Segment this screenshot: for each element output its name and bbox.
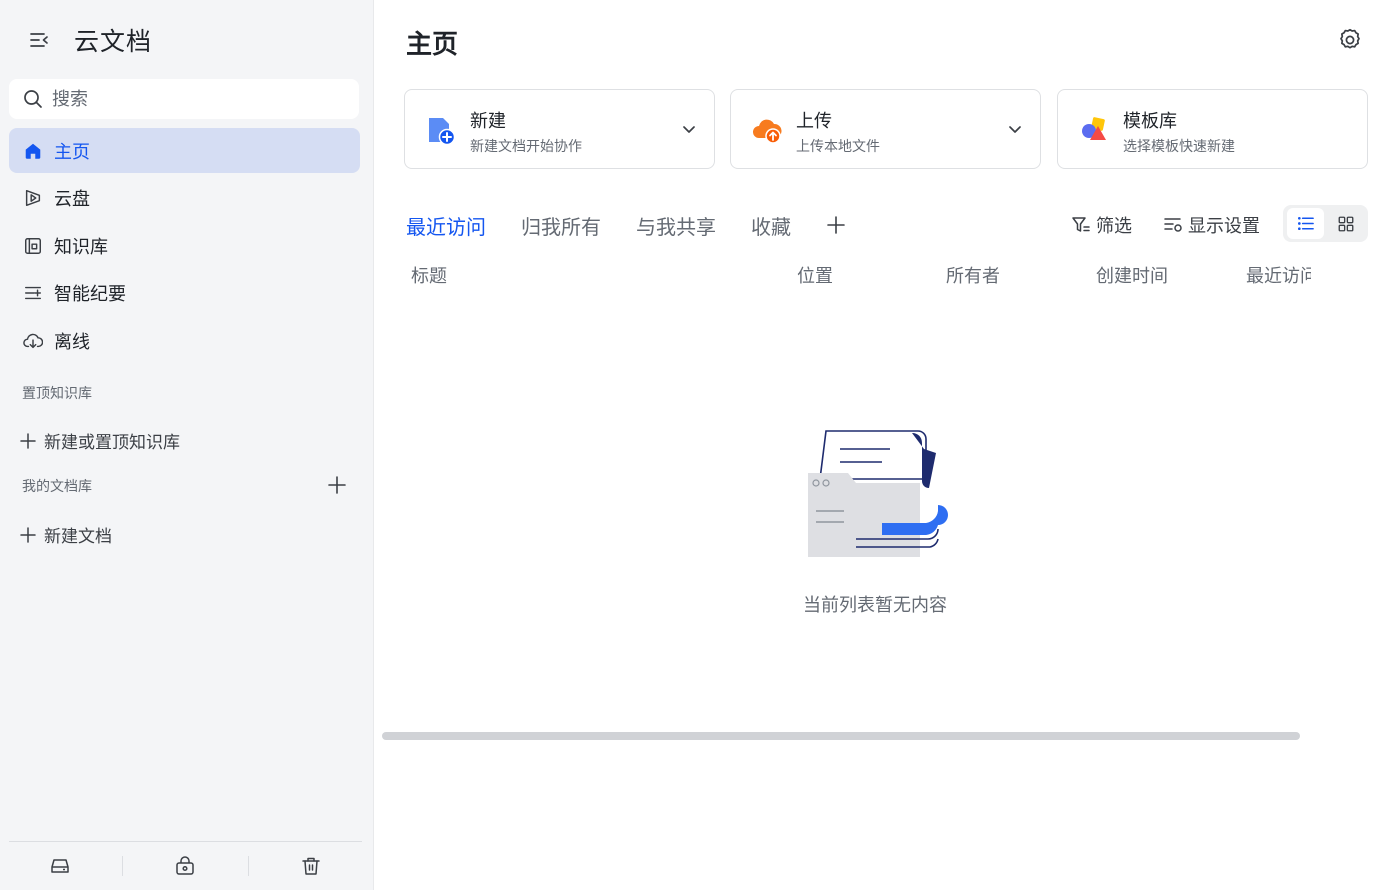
empty-state-text: 当前列表暂无内容 <box>803 595 947 616</box>
main-content: 主页 新建 新建文档开始协作 上传 上传本地文件 模板库 选择模板快速新建 最近… <box>375 0 1398 890</box>
storage-icon[interactable] <box>50 856 70 876</box>
list-view-icon[interactable] <box>1287 208 1324 239</box>
smart-minutes-icon <box>22 282 44 304</box>
wiki-icon <box>22 235 44 257</box>
column-header-last-visited[interactable]: 最近访问 <box>1246 262 1311 288</box>
sidebar-header: 云文档 <box>0 0 374 78</box>
lock-box-icon[interactable] <box>175 856 195 876</box>
footer-divider <box>122 856 123 876</box>
display-settings-icon <box>1164 218 1182 232</box>
search-icon <box>24 90 42 108</box>
template-shapes-icon <box>1078 114 1110 146</box>
card-title: 模板库 <box>1123 111 1177 132</box>
sidebar-item-label: 知识库 <box>54 236 108 258</box>
plus-icon <box>20 526 36 543</box>
column-header-created-time[interactable]: 创建时间 <box>1096 262 1168 288</box>
collapse-sidebar-icon[interactable] <box>28 29 50 51</box>
app-title: 云文档 <box>74 27 153 56</box>
sidebar-item-home[interactable]: 主页 <box>9 128 360 173</box>
new-doc-icon <box>425 114 457 146</box>
new-card[interactable]: 新建 新建文档开始协作 <box>404 89 715 169</box>
display-settings-button[interactable]: 显示设置 <box>1163 212 1260 238</box>
new-document-button[interactable]: 新建文档 <box>20 522 112 547</box>
card-subtitle: 选择模板快速新建 <box>1123 139 1235 155</box>
tab-recent[interactable]: 最近访问 <box>406 211 486 240</box>
sidebar-item-offline[interactable]: 离线 <box>9 318 360 363</box>
page-title: 主页 <box>406 30 459 60</box>
sidebar-item-wiki[interactable]: 知识库 <box>9 223 360 268</box>
sidebar-nav: 主页 云盘 知识库 智能纪要 离线 <box>9 128 360 366</box>
sidebar-item-cloud-drive[interactable]: 云盘 <box>9 176 360 221</box>
add-library-plus-icon[interactable] <box>326 474 348 496</box>
document-tabs: 最近访问 归我所有 与我共享 收藏 <box>406 210 846 240</box>
new-or-pin-wiki-label: 新建或置顶知识库 <box>44 433 180 453</box>
app-window: 云文档 主页 云盘 <box>0 0 1398 890</box>
card-title: 新建 <box>470 111 506 132</box>
column-header-owner[interactable]: 所有者 <box>946 262 1000 288</box>
trash-icon[interactable] <box>301 856 321 876</box>
display-settings-label: 显示设置 <box>1188 216 1260 237</box>
tab-owned-by-me[interactable]: 归我所有 <box>521 211 601 240</box>
card-title: 上传 <box>796 111 832 132</box>
sidebar-item-smart-minutes[interactable]: 智能纪要 <box>9 271 360 316</box>
tab-favorites[interactable]: 收藏 <box>751 211 791 240</box>
search-box[interactable] <box>9 79 359 119</box>
offline-download-icon <box>22 330 44 352</box>
table-header: 标题 位置 所有者 创建时间 最近访问 <box>406 262 1311 296</box>
grid-view-icon[interactable] <box>1327 208 1364 239</box>
sidebar-item-label: 智能纪要 <box>54 284 126 305</box>
search-input[interactable] <box>52 88 332 110</box>
sidebar-footer <box>9 841 362 890</box>
settings-gear-icon[interactable] <box>1337 27 1363 53</box>
card-subtitle: 新建文档开始协作 <box>470 139 582 155</box>
my-library-section-title: 我的文档库 <box>22 479 92 495</box>
chevron-down-icon[interactable] <box>680 120 698 138</box>
view-mode-switch <box>1283 205 1368 242</box>
filter-label: 筛选 <box>1096 216 1132 237</box>
footer-divider <box>248 856 249 876</box>
horizontal-scrollbar[interactable] <box>382 732 1300 740</box>
cloud-drive-icon <box>22 187 44 209</box>
sidebar: 云文档 主页 云盘 <box>0 0 374 890</box>
sidebar-item-label: 主页 <box>54 141 90 163</box>
upload-cloud-icon <box>751 114 783 146</box>
upload-card[interactable]: 上传 上传本地文件 <box>730 89 1041 169</box>
sidebar-item-label: 云盘 <box>54 189 90 210</box>
filter-button[interactable]: 筛选 <box>1071 212 1132 238</box>
card-subtitle: 上传本地文件 <box>796 139 880 155</box>
template-library-card[interactable]: 模板库 选择模板快速新建 <box>1057 89 1368 169</box>
column-header-location[interactable]: 位置 <box>797 262 833 288</box>
sidebar-item-label: 离线 <box>54 331 90 353</box>
empty-state-illustration <box>800 425 950 565</box>
pinned-wiki-section-title: 置顶知识库 <box>22 386 92 402</box>
chevron-down-icon[interactable] <box>1006 120 1024 138</box>
new-or-pin-wiki-button[interactable]: 新建或置顶知识库 <box>20 428 180 453</box>
filter-icon <box>1072 217 1090 232</box>
column-header-title[interactable]: 标题 <box>411 262 447 288</box>
new-document-label: 新建文档 <box>44 527 112 547</box>
add-tab-plus-icon[interactable] <box>826 215 846 235</box>
home-icon <box>22 140 44 162</box>
tab-shared-with-me[interactable]: 与我共享 <box>636 211 716 240</box>
plus-icon <box>20 432 36 449</box>
